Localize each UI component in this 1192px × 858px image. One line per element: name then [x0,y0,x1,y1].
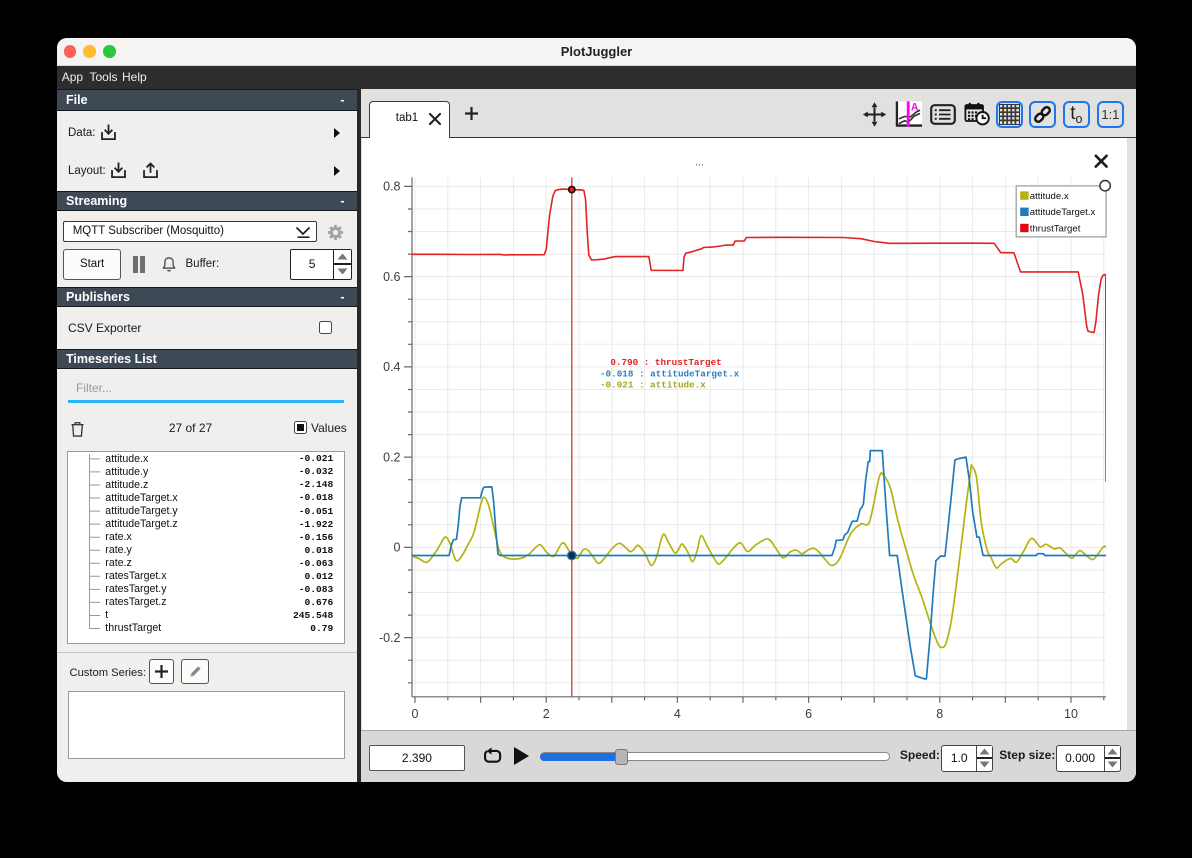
svg-text:...: ... [694,156,703,168]
svg-text:-0.2: -0.2 [378,630,400,644]
svg-text:thrustTarget: thrustTarget [1029,223,1080,234]
svg-text:2: 2 [542,707,549,721]
svg-text:attitude.x: attitude.x [1029,191,1068,202]
svg-text:0.8: 0.8 [383,179,400,193]
svg-text:4: 4 [673,707,680,721]
svg-text:-0.018 : attitudeTarget.x: -0.018 : attitudeTarget.x [600,368,740,379]
svg-text:10: 10 [1064,707,1078,721]
svg-text:A: A [911,102,919,114]
svg-text:0: 0 [393,540,400,554]
svg-text:0.6: 0.6 [383,269,400,283]
svg-text:0: 0 [411,707,418,721]
svg-text:0.4: 0.4 [383,360,400,374]
svg-text:0.790 : thrustTarget: 0.790 : thrustTarget [604,356,721,367]
svg-text:8: 8 [936,707,943,721]
svg-text:0.2: 0.2 [383,450,400,464]
svg-text:6: 6 [805,707,812,721]
svg-text:-0.021 : attitude.x: -0.021 : attitude.x [600,379,706,390]
svg-text:attitudeTarget.x: attitudeTarget.x [1029,207,1095,218]
